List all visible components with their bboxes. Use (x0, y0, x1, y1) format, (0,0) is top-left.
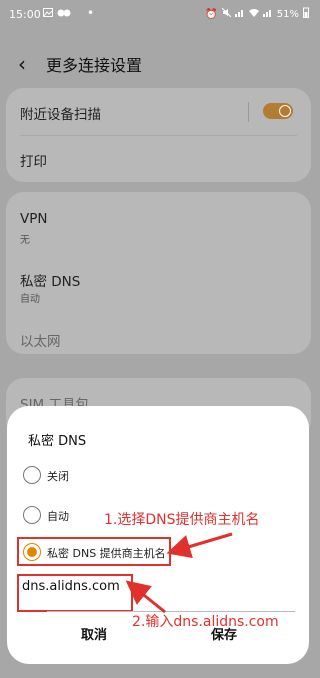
settings-card-2: VPN 无 私密 DNS 自动 以太网 (6, 192, 311, 354)
option-off-label: 关闭 (47, 470, 69, 483)
annotation-step1: 1.选择DNS提供商主机名 (104, 512, 260, 528)
vpn-value: 无 (20, 235, 30, 246)
vpn-label: VPN (20, 211, 48, 227)
nearby-scan-row[interactable]: 附近设备扫描 (6, 88, 311, 135)
annotation-step2: 2.输入dns.alidns.com (132, 614, 279, 630)
print-row[interactable]: 打印 (6, 135, 311, 182)
radio-off[interactable] (23, 466, 41, 484)
print-label: 打印 (20, 154, 47, 170)
status-time: 15:00 (9, 8, 41, 21)
vpn-row[interactable]: VPN 无 (6, 192, 311, 252)
private-dns-row[interactable]: 私密 DNS 自动 (6, 252, 311, 307)
dialog-title: 私密 DNS (28, 434, 87, 449)
settings-card-1: 附近设备扫描 打印 (6, 88, 311, 182)
mute-icon (221, 7, 232, 20)
alarm-icon: ⏰ (205, 8, 218, 20)
radio-dot (27, 547, 37, 557)
chevron-left-icon: ‹ (18, 52, 26, 76)
nearby-scan-toggle[interactable] (263, 103, 293, 119)
battery-icon (303, 7, 309, 21)
radio-auto[interactable] (23, 506, 41, 524)
battery-text: 51% (276, 8, 299, 20)
status-bar: 15:00 • ⏰ 51% (0, 0, 317, 28)
ethernet-label: 以太网 (20, 334, 61, 350)
signal-icon (234, 8, 245, 20)
toggle-knob (279, 105, 291, 117)
image-icon (43, 8, 53, 20)
private-dns-value: 自动 (20, 294, 40, 305)
option-hostname-label: 私密 DNS 提供商主机名 (47, 547, 166, 560)
nearby-scan-label: 附近设备扫描 (20, 107, 101, 123)
divider-vertical (248, 102, 249, 122)
status-right: ⏰ 51% (205, 7, 309, 21)
page-title: 更多连接设置 (46, 56, 143, 75)
cancel-button[interactable]: 取消 (44, 624, 144, 643)
wifi-icon (248, 8, 259, 20)
back-button[interactable]: ‹ (18, 52, 26, 76)
ethernet-row: 以太网 (6, 307, 311, 354)
bluetooth-icon (57, 8, 71, 21)
dot-icon: • (87, 6, 95, 20)
private-dns-label: 私密 DNS (20, 274, 81, 290)
signal-icon (262, 8, 273, 20)
radio-hostname[interactable] (23, 543, 41, 561)
hostname-input[interactable]: dns.alidns.com (22, 579, 120, 594)
option-auto-label: 自动 (47, 510, 69, 523)
